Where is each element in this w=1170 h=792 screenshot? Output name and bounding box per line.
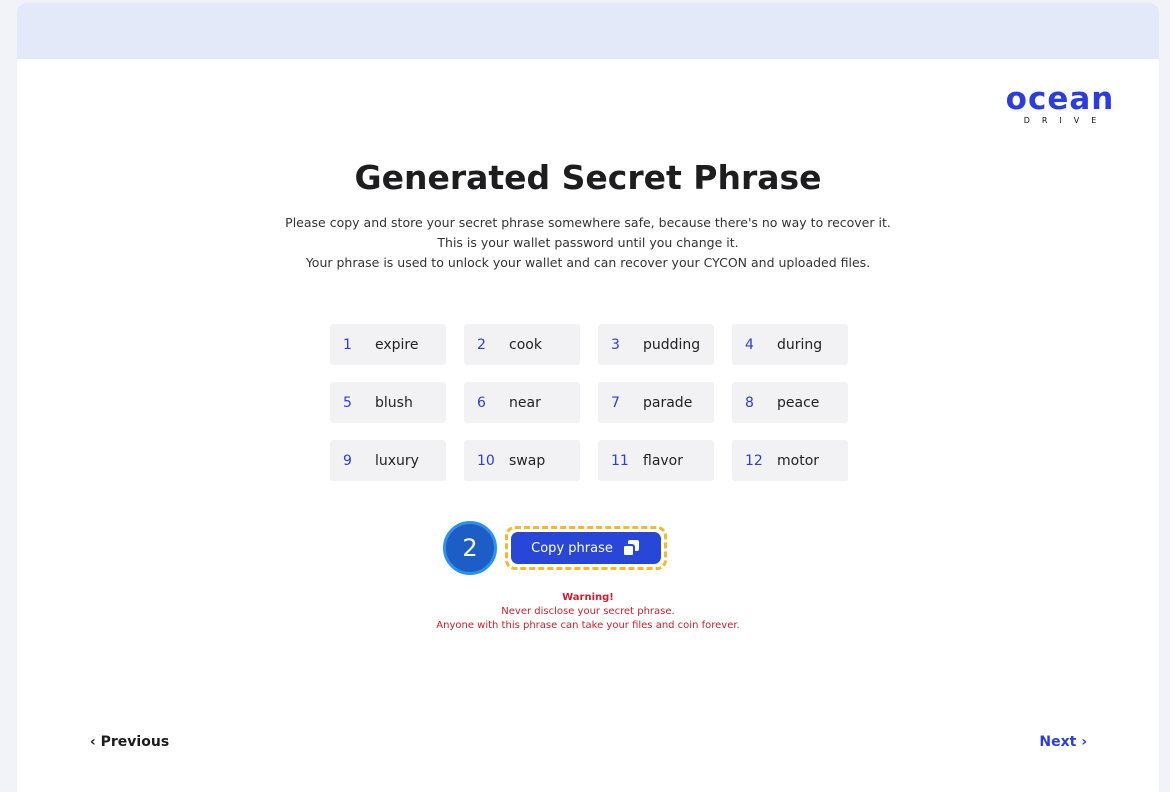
word-number: 2 (477, 336, 486, 353)
warning-line: Anyone with this phrase can take your fi… (436, 620, 740, 631)
main-card: ocean DRIVE Generated Secret Phrase Plea… (17, 3, 1159, 792)
word-number: 1 (343, 336, 352, 353)
phrase-word: 9 luxury (330, 440, 446, 481)
phrase-word: 12 motor (732, 440, 848, 481)
warning-title: Warning! (562, 592, 614, 603)
phrase-word: 4 during (732, 324, 848, 365)
copy-phrase-button[interactable]: Copy phrase (511, 532, 661, 564)
copy-phrase-highlight: Copy phrase (505, 526, 667, 570)
word-text: pudding (643, 336, 701, 353)
word-number: 11 (611, 452, 629, 469)
previous-link[interactable]: ‹ Previous (90, 734, 169, 750)
word-text: motor (777, 452, 820, 469)
step-indicator-badge: 2 (443, 521, 497, 575)
secret-phrase-grid: 1 expire 2 cook 3 pudding 4 during 5 blush 6 n… (330, 324, 850, 481)
word-text: during (777, 336, 823, 353)
word-number: 7 (611, 394, 620, 411)
phrase-word: 8 peace (732, 382, 848, 423)
word-number: 3 (611, 336, 620, 353)
phrase-word: 1 expire (330, 324, 446, 365)
ocean-drive-logo: ocean DRIVE (999, 83, 1121, 127)
page-title: Generated Secret Phrase (354, 158, 822, 197)
word-text: peace (777, 394, 820, 411)
description-line: Please copy and store your secret phrase… (285, 215, 891, 230)
warning-line: Never disclose your secret phrase. (501, 606, 675, 617)
word-text: near (509, 394, 541, 411)
warning-block: Warning! Never disclose your secret phra… (17, 591, 1159, 633)
word-text: parade (643, 394, 693, 411)
word-number: 5 (343, 394, 352, 411)
word-number: 9 (343, 452, 352, 469)
phrase-word: 5 blush (330, 382, 446, 423)
word-number: 10 (477, 452, 495, 469)
logo-text: ocean (1005, 81, 1115, 117)
word-number: 8 (745, 394, 754, 411)
phrase-word: 7 parade (598, 382, 714, 423)
word-number: 12 (745, 452, 763, 469)
logo-subtext: DRIVE (1023, 116, 1109, 125)
word-text: swap (509, 452, 546, 469)
phrase-word: 6 near (464, 382, 580, 423)
phrase-word: 2 cook (464, 324, 580, 365)
word-number: 6 (477, 394, 486, 411)
word-text: expire (375, 336, 419, 353)
description: Please copy and store your secret phrase… (17, 213, 1159, 273)
copy-phrase-label: Copy phrase (531, 540, 613, 556)
word-text: blush (375, 394, 413, 411)
phrase-word: 11 flavor (598, 440, 714, 481)
word-text: cook (509, 336, 542, 353)
word-text: luxury (375, 452, 419, 469)
phrase-word: 3 pudding (598, 324, 714, 365)
description-line: Your phrase is used to unlock your walle… (305, 255, 871, 270)
description-line: This is your wallet password until you c… (437, 235, 739, 250)
next-link[interactable]: Next › (1039, 734, 1087, 750)
phrase-word: 10 swap (464, 440, 580, 481)
card-header (17, 3, 1159, 59)
word-number: 4 (745, 336, 754, 353)
word-text: flavor (643, 452, 684, 469)
copy-icon (621, 540, 639, 557)
